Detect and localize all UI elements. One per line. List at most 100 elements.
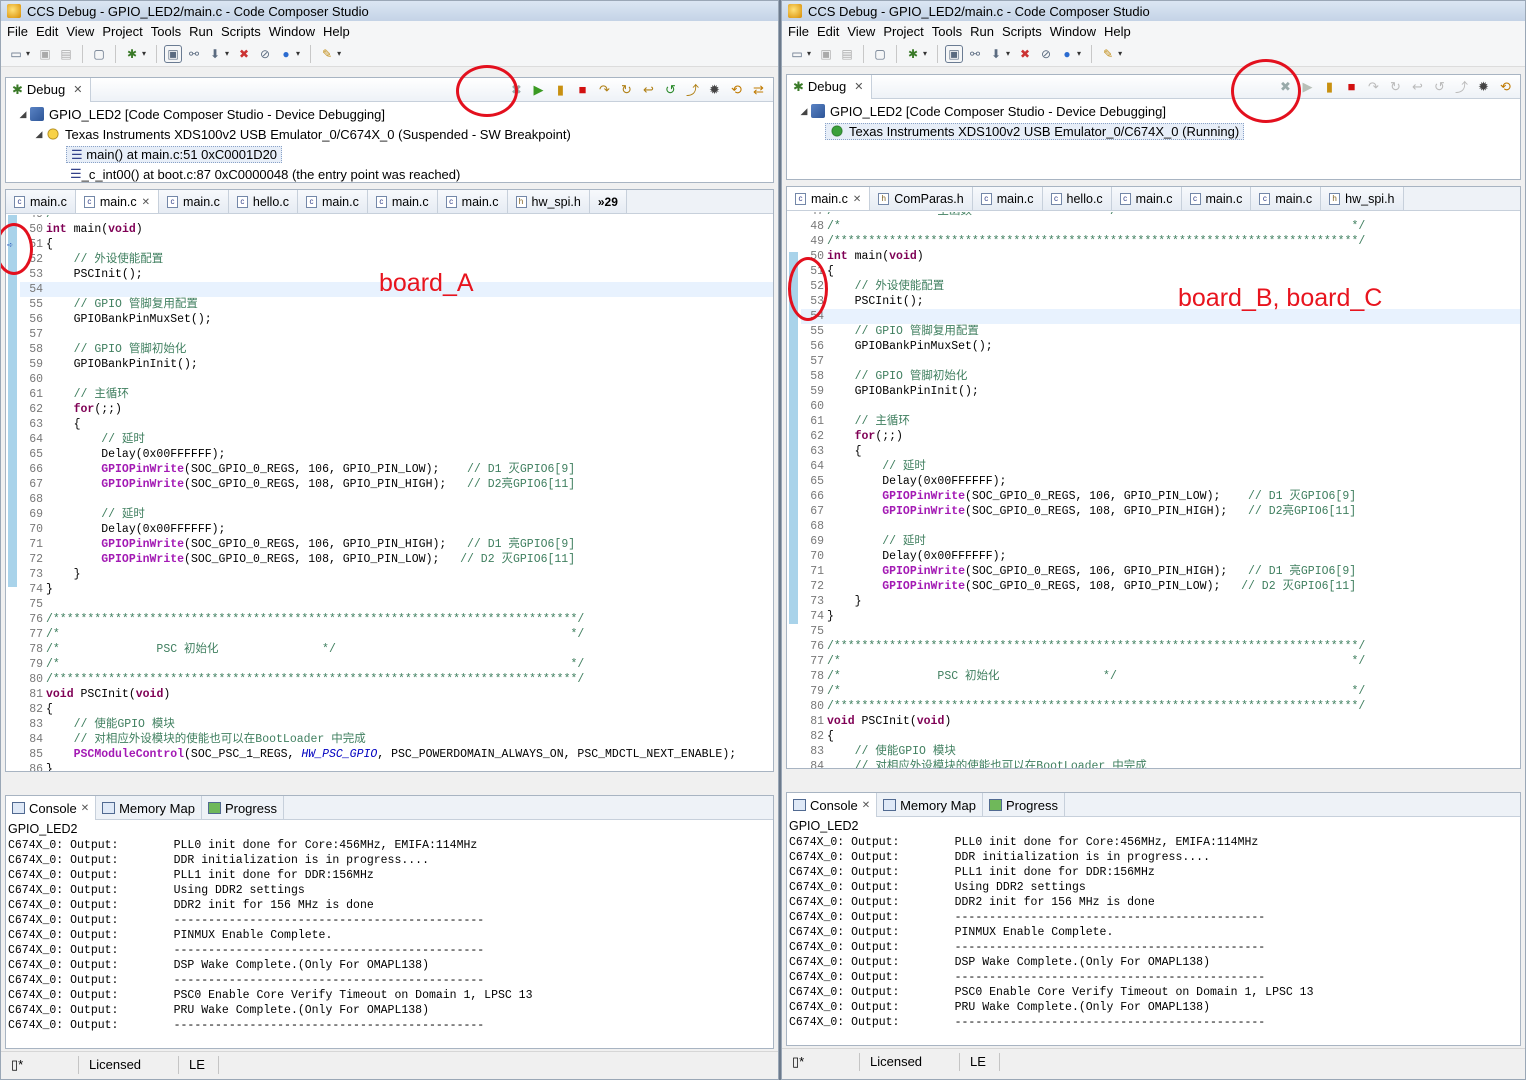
code-line[interactable]: 68 [20,492,773,507]
close-icon[interactable]: ✕ [81,803,89,814]
restart-icon[interactable]: ⟲ [728,81,745,98]
connect-target-icon[interactable]: ▣ [164,44,183,63]
code-line[interactable]: 65 Delay(0x00FFFFFF); [801,474,1520,489]
code-line[interactable]: 77/* */ [20,627,773,642]
editor-tab[interactable]: c main.c [6,190,76,213]
code-line[interactable]: 73 } [20,567,773,582]
code-line[interactable]: 56 GPIOBankPinMuxSet(); [801,339,1520,354]
menu-edit[interactable]: Edit [34,24,64,39]
menu-project[interactable]: Project [881,24,929,39]
code-line[interactable]: 69 // 延时 [801,534,1520,549]
code-line[interactable]: 57 [801,354,1520,369]
reset-icon[interactable]: ⤴ [684,81,701,98]
menu-scripts[interactable]: Scripts [219,24,267,39]
save-icon[interactable]: ▣ [36,45,54,63]
skip-breakpoints-icon[interactable]: ⊘ [1037,45,1055,63]
code-line[interactable]: 67 GPIOPinWrite(SOC_GPIO_0_REGS, 108, GP… [801,504,1520,519]
code-line[interactable]: 49/*************************************… [801,234,1520,249]
editor-tab[interactable]: h hw_spi.h [1321,187,1404,210]
code-line[interactable]: 72 GPIOPinWrite(SOC_GPIO_0_REGS, 108, GP… [20,552,773,567]
code-line[interactable]: 49/ [20,215,773,222]
tree-item-project[interactable]: ◢ GPIO_LED2 [Code Composer Studio - Devic… [6,104,773,124]
code-line[interactable]: 80/*************************************… [801,699,1520,714]
load-program-icon[interactable]: ⬇ [206,45,224,63]
close-icon[interactable]: ✕ [853,194,861,205]
link-icon[interactable]: ⚯ [185,45,203,63]
code-line[interactable]: 84 // 对相应外设模块的使能也可以在BootLoader 中完成 [801,759,1520,768]
debug-icon[interactable]: ● [1058,45,1076,63]
editor-tab[interactable]: c main.c [367,190,438,213]
code-line[interactable]: 58 // GPIO 管脚初始化 [20,342,773,357]
code-line[interactable]: 69 // 延时 [20,507,773,522]
editor-tab[interactable]: c main.c [298,190,368,213]
properties-icon[interactable]: ▢ [871,45,889,63]
suspend-icon[interactable]: ▮ [552,81,569,98]
menu-file[interactable]: File [5,24,34,39]
save-icon[interactable]: ▣ [817,45,835,63]
remove-breakpoints-icon[interactable]: ✖ [235,45,253,63]
code-line[interactable]: 77/* */ [801,654,1520,669]
code-line[interactable]: 56 GPIOBankPinMuxSet(); [20,312,773,327]
menu-run[interactable]: Run [187,24,219,39]
close-icon[interactable]: ✕ [862,800,870,811]
menu-help[interactable]: Help [1102,24,1137,39]
code-line[interactable]: 50 int main(void) [801,249,1520,264]
editor-tab[interactable]: c hello.c [1042,187,1112,210]
tree-item-emulator[interactable]: ◢ Texas Instruments XDS100v2 USB Emulator… [6,124,773,144]
skip-breakpoints-icon[interactable]: ⊘ [256,45,274,63]
terminate-icon[interactable]: ■ [1343,78,1360,95]
assembly-step-icon[interactable]: ↺ [662,81,679,98]
save-all-icon[interactable]: ▤ [838,45,856,63]
new-icon[interactable]: ▭ [7,45,25,63]
step-over-icon[interactable]: ↻ [618,81,635,98]
menu-run[interactable]: Run [968,24,1000,39]
cpu-reset-icon[interactable]: ✹ [1475,78,1492,95]
code-line[interactable]: 48/* */ [801,219,1520,234]
reset-disabled-icon[interactable]: ⤴ [1453,78,1470,95]
code-line[interactable]: 63 { [20,417,773,432]
code-line[interactable]: 75 [801,624,1520,639]
new-icon[interactable]: ▭ [788,45,806,63]
menu-tools[interactable]: Tools [149,24,187,39]
code-line[interactable]: 71 GPIOPinWrite(SOC_GPIO_0_REGS, 106, GP… [20,537,773,552]
code-line[interactable]: 64 // 延时 [20,432,773,447]
editor-tab[interactable]: h hw_spi.h [507,190,590,213]
code-line[interactable]: 83 // 使能GPIO 模块 [20,717,773,732]
annotation-gutter[interactable]: ➪ [6,215,20,771]
tab-progress[interactable]: Progress [983,793,1065,817]
code-line[interactable]: 57 [20,327,773,342]
tab-console[interactable]: Console ✕ [787,793,878,817]
editor-tab[interactable]: c main.c [1251,187,1322,210]
editor-tab[interactable]: c hello.c [228,190,299,213]
code-line[interactable]: 59 GPIOBankPinInit(); [20,357,773,372]
menu-help[interactable]: Help [321,24,356,39]
code-area[interactable]: 47/* 主函数 */48/* */49/*******************… [787,212,1520,768]
code-line[interactable]: 61 // 主循环 [801,414,1520,429]
code-line[interactable]: 76/*************************************… [20,612,773,627]
save-all-icon[interactable]: ▤ [57,45,75,63]
code-line[interactable]: 55 // GPIO 管脚复用配置 [20,297,773,312]
code-line[interactable]: 84 // 对相应外设模块的使能也可以在BootLoader 中完成 [20,732,773,747]
properties-icon[interactable]: ▢ [90,45,108,63]
step-return-disabled-icon[interactable]: ↩ [1409,78,1426,95]
code-line[interactable]: 71 GPIOPinWrite(SOC_GPIO_0_REGS, 106, GP… [801,564,1520,579]
code-line[interactable]: 64 // 延时 [801,459,1520,474]
editor-tab[interactable]: c main.c [437,190,508,213]
code-line[interactable]: 52 // 外设使能配置 [20,252,773,267]
menu-edit[interactable]: Edit [815,24,845,39]
code-line[interactable]: 61 // 主循环 [20,387,773,402]
menu-scripts[interactable]: Scripts [1000,24,1048,39]
code-line[interactable]: 76/*************************************… [801,639,1520,654]
terminate-icon[interactable]: ■ [574,81,591,98]
code-line[interactable]: 79/* */ [20,657,773,672]
editor-tab[interactable]: c main.c [1181,187,1252,210]
code-line[interactable]: 73 } [801,594,1520,609]
code-line[interactable]: 81 void PSCInit(void) [20,687,773,702]
close-icon[interactable]: ✕ [854,80,863,93]
editor-tab[interactable]: c main.c [972,187,1043,210]
pin-icon[interactable]: ✎ [1099,45,1117,63]
code-line[interactable]: 80/*************************************… [20,672,773,687]
close-icon[interactable]: ✕ [142,197,150,208]
code-line[interactable]: 81 void PSCInit(void) [801,714,1520,729]
code-line[interactable]: 58 // GPIO 管脚初始化 [801,369,1520,384]
